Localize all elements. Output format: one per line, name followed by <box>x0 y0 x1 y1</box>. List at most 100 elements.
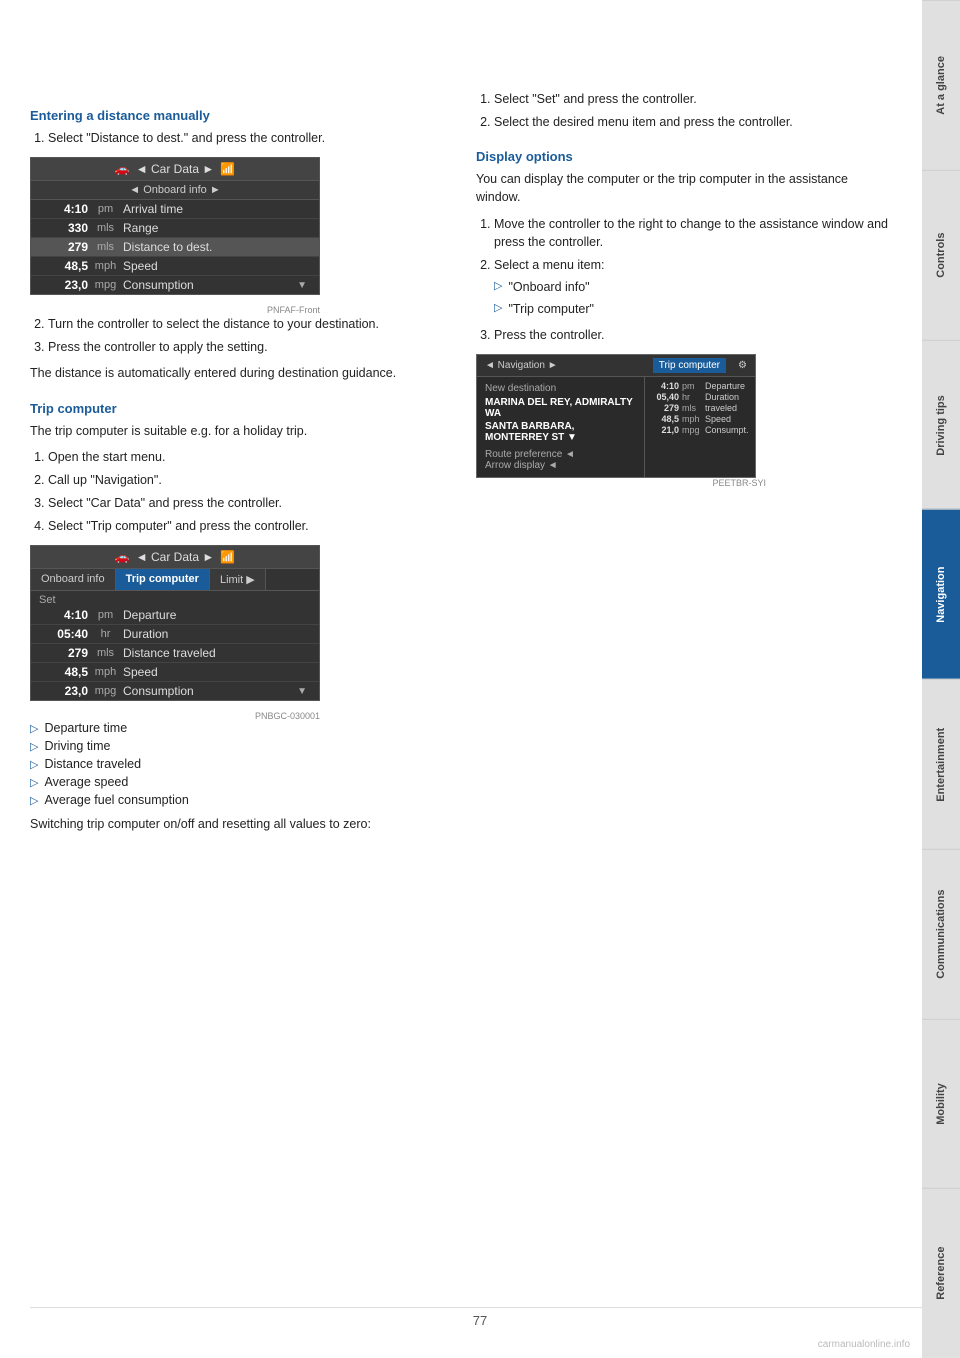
distance-note: The distance is automatically entered du… <box>30 364 446 382</box>
section-heading-display: Display options <box>476 149 892 164</box>
car-data-header-1: 🚗 ◄ Car Data ► 📶 <box>31 158 319 181</box>
tab-onboard-info[interactable]: Onboard info <box>31 569 116 590</box>
nav-screenshot-panel: ◄ Navigation ► Trip computer ⚙ New desti… <box>476 354 756 478</box>
nav-data-traveled: 279 mls traveled <box>651 403 749 413</box>
trip-row-consumption: 23,0 mpg Consumption ▼ <box>31 682 319 700</box>
car-data-subheader-1: ◄ Onboard info ► <box>31 181 319 200</box>
nav-data-speed: 48,5 mph Speed <box>651 414 749 424</box>
trip-set-label: Set <box>31 591 319 606</box>
page-divider <box>30 1307 922 1308</box>
car-data-panel-1: 🚗 ◄ Car Data ► 📶 ◄ Onboard info ► 4:10 p… <box>30 157 320 295</box>
display-steps: Move the controller to the right to chan… <box>476 215 892 345</box>
right-step-2: Select the desired menu item and press t… <box>494 113 892 131</box>
main-content: Entering a distance manually Select "Dis… <box>0 0 922 871</box>
sidebar: At a glanceControlsDriving tipsNavigatio… <box>922 0 960 1358</box>
car-data-row-speed: 48,5 mph Speed <box>31 257 319 276</box>
switch-note: Switching trip computer on/off and reset… <box>30 815 446 833</box>
nav-section-body: New destination MARINA DEL REY, ADMIRALT… <box>477 377 755 477</box>
bullet-driving: ▷ Driving time <box>30 739 446 753</box>
nav-right-panel: 4:10 pm Departure 05,40 hr Duration 279 … <box>645 377 755 477</box>
tri-icon-2: ▷ <box>30 740 38 753</box>
sidebar-tab-at-a-glance[interactable]: At a glance <box>922 0 960 170</box>
nav-dest-line-1: MARINA DEL REY, ADMIRALTY WA <box>485 397 636 419</box>
nav-dest-line-2: SANTA BARBARA, MONTERREY ST ▼ <box>485 421 636 443</box>
sidebar-tab-communications[interactable]: Communications <box>922 849 960 1019</box>
section-heading-distance: Entering a distance manually <box>30 108 446 123</box>
section-heading-trip: Trip computer <box>30 401 446 416</box>
trip-row-duration: 05:40 hr Duration <box>31 625 319 644</box>
left-column: Entering a distance manually Select "Dis… <box>30 30 446 841</box>
tri-icon-5: ▷ <box>30 794 38 807</box>
trip-step-2: Call up "Navigation". <box>48 471 446 489</box>
tri-icon-4: ▷ <box>30 776 38 789</box>
distance-step-1: Select "Distance to dest." and press the… <box>48 129 446 147</box>
bullet-avg-fuel: ▷ Average fuel consumption <box>30 793 446 807</box>
bullet-distance: ▷ Distance traveled <box>30 757 446 771</box>
nav-dest-title: New destination <box>485 383 636 394</box>
nav-link-route: Route preference ◄ <box>485 449 636 460</box>
trip-step-1: Open the start menu. <box>48 448 446 466</box>
trip-intro: The trip computer is suitable e.g. for a… <box>30 422 446 440</box>
display-step-2: Select a menu item: ▷ "Onboard info" ▷ "… <box>494 256 892 318</box>
sidebar-tab-reference[interactable]: Reference <box>922 1188 960 1358</box>
trip-steps: Open the start menu. Call up "Navigation… <box>30 448 446 536</box>
sidebar-tab-controls[interactable]: Controls <box>922 170 960 340</box>
right-column: Select "Set" and press the controller. S… <box>476 30 892 841</box>
display-step-3: Press the controller. <box>494 326 892 344</box>
sidebar-tab-mobility[interactable]: Mobility <box>922 1019 960 1189</box>
sidebar-tab-entertainment[interactable]: Entertainment <box>922 679 960 849</box>
scroll-indicator: ▼ <box>297 280 307 291</box>
trip-panel-header: 🚗 ◄ Car Data ► 📶 <box>31 546 319 569</box>
nav-data-duration: 05,40 hr Duration <box>651 392 749 402</box>
distance-step-3: Press the controller to apply the settin… <box>48 338 446 356</box>
panel-note-2: PNBGC-030001 <box>30 711 320 721</box>
bullet-departure: ▷ Departure time <box>30 721 446 735</box>
page-number: 77 <box>473 1313 487 1328</box>
trip-tabs: Onboard info Trip computer Limit ▶ <box>31 569 319 591</box>
nav-data-departure: 4:10 pm Departure <box>651 381 749 391</box>
watermark: carmanualonline.info <box>818 1339 910 1350</box>
car-icon-2: 🚗 <box>115 550 130 564</box>
menu-item-trip: ▷ "Trip computer" <box>494 300 892 318</box>
trip-row-departure: 4:10 pm Departure <box>31 606 319 625</box>
signal-icon: 📶 <box>220 162 235 176</box>
tab-trip-computer[interactable]: Trip computer <box>116 569 210 590</box>
sidebar-tab-navigation[interactable]: Navigation <box>922 509 960 679</box>
nav-screenshot-header: ◄ Navigation ► Trip computer ⚙ <box>477 355 755 377</box>
nav-left-panel: New destination MARINA DEL REY, ADMIRALT… <box>477 377 645 477</box>
tri-icon-1: ▷ <box>30 722 38 735</box>
menu-items-list: ▷ "Onboard info" ▷ "Trip computer" <box>494 278 892 318</box>
signal-icon-2: 📶 <box>220 550 235 564</box>
trip-step-4: Select "Trip computer" and press the con… <box>48 517 446 535</box>
right-step-1: Select "Set" and press the controller. <box>494 90 892 108</box>
bullet-avg-speed: ▷ Average speed <box>30 775 446 789</box>
display-intro: You can display the computer or the trip… <box>476 170 892 206</box>
trip-step-3: Select "Car Data" and press the controll… <box>48 494 446 512</box>
scroll-indicator-2: ▼ <box>297 686 307 697</box>
tri-icon-3: ▷ <box>30 758 38 771</box>
distance-steps: Select "Distance to dest." and press the… <box>30 129 446 147</box>
trip-row-speed: 48,5 mph Speed <box>31 663 319 682</box>
trip-row-distance: 279 mls Distance traveled <box>31 644 319 663</box>
car-data-row-consumption: 23,0 mpg Consumption ▼ <box>31 276 319 294</box>
nav-link-arrow: Arrow display ◄ <box>485 460 636 471</box>
settings-icon: ⚙ <box>738 360 747 371</box>
tri-icon-menu-1: ▷ <box>494 279 502 295</box>
tri-icon-menu-2: ▷ <box>494 301 502 317</box>
car-data-row-arrival: 4:10 pm Arrival time <box>31 200 319 219</box>
right-steps-1: Select "Set" and press the controller. S… <box>476 90 892 131</box>
nav-data-consumption: 21,0 mpg Consumpt. <box>651 425 749 435</box>
car-data-row-range: 330 mls Range <box>31 219 319 238</box>
menu-item-onboard: ▷ "Onboard info" <box>494 278 892 296</box>
trip-computer-panel: 🚗 ◄ Car Data ► 📶 Onboard info Trip compu… <box>30 545 320 701</box>
trip-computer-tab-label: Trip computer <box>653 358 726 373</box>
car-icon: 🚗 <box>115 162 130 176</box>
tab-limit[interactable]: Limit ▶ <box>210 569 266 590</box>
sidebar-tab-driving-tips[interactable]: Driving tips <box>922 340 960 510</box>
panel-note-3: PEETBR-SYI <box>476 478 766 488</box>
bullet-features: ▷ Departure time ▷ Driving time ▷ Distan… <box>30 721 446 807</box>
nav-header-left: ◄ Navigation ► <box>485 360 645 371</box>
display-step-1: Move the controller to the right to chan… <box>494 215 892 251</box>
distance-steps-2-3: Turn the controller to select the distan… <box>30 315 446 356</box>
panel-note-1: PNFAF-Front <box>30 305 320 315</box>
